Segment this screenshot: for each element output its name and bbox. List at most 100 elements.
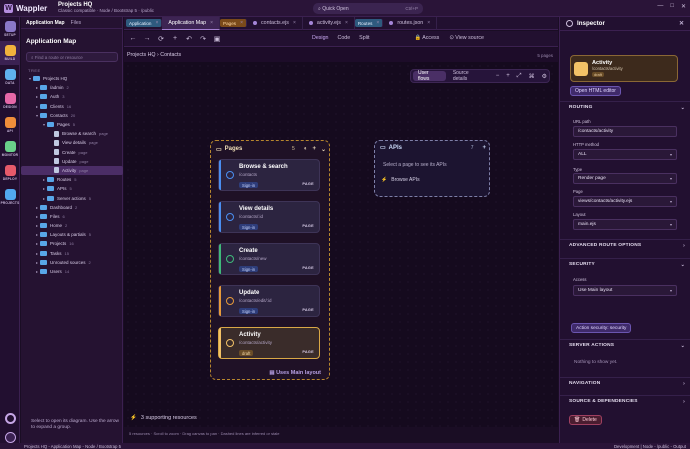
- mode-design[interactable]: Design: [312, 35, 329, 41]
- tab-application-map[interactable]: Application Map ×: [162, 16, 221, 30]
- tree-item[interactable]: ▸ Auth 3: [21, 92, 123, 101]
- project-switcher[interactable]: Projects HQ Classic compatible · Node / B…: [54, 2, 184, 14]
- minimize-button[interactable]: —: [657, 3, 663, 10]
- rail-item-api[interactable]: API: [0, 113, 20, 137]
- tree-item[interactable]: ▸ Layouts & partials 5: [21, 230, 123, 239]
- tree-item[interactable]: ▸ Unrouted sources 2: [21, 258, 123, 267]
- url-path-input[interactable]: /contacts/activity: [573, 126, 677, 137]
- rail-item-data[interactable]: DATA: [0, 65, 20, 89]
- access-select[interactable]: Use Main layout ▾: [573, 285, 677, 296]
- add-icon[interactable]: +: [482, 145, 486, 151]
- section-security[interactable]: SECURITY ⌄: [560, 258, 690, 270]
- gear-icon[interactable]: [4, 413, 16, 424]
- mode-split[interactable]: Split: [359, 35, 369, 41]
- layout-icon[interactable]: ⌘: [529, 73, 535, 80]
- tab-pages[interactable]: Pages ×: [220, 19, 247, 27]
- layout-select[interactable]: main.ejs ▾: [573, 219, 677, 230]
- supporting-resources[interactable]: ⚡ 3 supporting resources: [124, 412, 558, 424]
- chevron-down-icon[interactable]: ⌄: [321, 146, 326, 153]
- page-card[interactable]: Update/contacts/edit/:id Sign-in PAGE: [218, 285, 320, 317]
- rail-item-projects[interactable]: PROJECTS: [0, 185, 20, 209]
- mode-code[interactable]: Code: [338, 35, 351, 41]
- user-flows-button[interactable]: User flows: [413, 70, 446, 82]
- settings-icon[interactable]: ⚙: [542, 73, 547, 80]
- http-method-select[interactable]: ALL ▾: [573, 149, 677, 160]
- close-icon[interactable]: ×: [155, 20, 158, 26]
- tree-item[interactable]: ▸ Routes 5: [21, 175, 123, 184]
- close-icon[interactable]: ×: [210, 20, 213, 26]
- tree-item[interactable]: ▸ APIs 5: [21, 184, 123, 193]
- tree-item[interactable]: ▸ Tasks 15: [21, 249, 123, 258]
- tree-item[interactable]: ▾ Pages 5: [21, 120, 123, 129]
- page-card[interactable]: Create/contacts/new Sign-in PAGE: [218, 243, 320, 275]
- uses-layout-link[interactable]: ▤ Uses Main layout: [269, 370, 321, 376]
- rail-item-setup[interactable]: SETUP: [0, 17, 20, 41]
- tab-routes[interactable]: Routes ×: [354, 19, 384, 27]
- section-advanced-route-options[interactable]: ADVANCED ROUTE OPTIONS ›: [560, 239, 690, 251]
- page-card[interactable]: View details/contacts/:id Sign-in PAGE: [218, 201, 320, 233]
- delete-button[interactable]: 🗑 Delete: [569, 415, 602, 425]
- close-icon[interactable]: ×: [427, 20, 430, 26]
- diagram-canvas[interactable]: User flows Source details − + ⤢ ⌘ ⚙ ▭ Pa…: [124, 62, 558, 427]
- type-select[interactable]: Render page ▾: [573, 173, 677, 184]
- tree-item[interactable]: ▾ Projects HQ: [21, 74, 123, 83]
- browse-apis-button[interactable]: ⚡ Browse APIs: [381, 177, 420, 183]
- tree-item[interactable]: Browse & search page: [21, 129, 123, 138]
- pages-group[interactable]: ▭ Pages 5 ◐ + ⌄ Browse & search/contacts Si…: [210, 140, 330, 380]
- zoom-out-icon[interactable]: −: [496, 73, 500, 79]
- undo-icon[interactable]: ↶: [184, 35, 194, 43]
- maximize-button[interactable]: □: [670, 3, 674, 10]
- tree-item[interactable]: ▸ Dashboard 2: [21, 203, 123, 212]
- tab-application[interactable]: Application ×: [126, 19, 163, 27]
- shield-icon[interactable]: ◐: [304, 146, 308, 153]
- route-search-input[interactable]: ⌕ Find a route or resource: [26, 52, 118, 62]
- close-icon[interactable]: ✕: [679, 20, 684, 27]
- page-card[interactable]: Activity/contacts/activity draft PAGE: [218, 327, 320, 359]
- close-icon[interactable]: ×: [293, 20, 296, 26]
- tab-application-map[interactable]: Application Map: [26, 20, 65, 26]
- add-icon[interactable]: +: [312, 146, 316, 153]
- tab-files[interactable]: Files: [71, 20, 82, 26]
- fit-icon[interactable]: ⤢: [517, 73, 522, 80]
- open-html-editor-button[interactable]: Open HTML editor: [570, 86, 621, 96]
- access-button[interactable]: 🔒 Access: [414, 35, 439, 41]
- breadcrumb-path[interactable]: Projects HQ › Contacts: [127, 52, 181, 58]
- tree-item[interactable]: ▸/admin 2: [21, 83, 123, 92]
- quick-open-search[interactable]: ⌕ Quick Open Ctrl+P: [313, 3, 423, 14]
- tree-item[interactable]: Update page: [21, 157, 123, 166]
- save-icon[interactable]: ▣: [212, 35, 222, 43]
- close-button[interactable]: ✕: [681, 3, 686, 10]
- tab-contacts-ejs[interactable]: contacts.ejs ×: [247, 16, 303, 30]
- tab-activity-ejs[interactable]: activity.ejs ×: [303, 16, 355, 30]
- view-source-button[interactable]: ⊙ View source: [449, 35, 484, 41]
- rail-item-build[interactable]: BUILD: [0, 41, 20, 65]
- tree-item[interactable]: ▸ Projects 16: [21, 239, 123, 248]
- avatar[interactable]: [4, 432, 16, 443]
- tree-item[interactable]: View details page: [21, 138, 123, 147]
- close-icon[interactable]: ×: [376, 20, 379, 26]
- section-server-actions[interactable]: SERVER ACTIONS ⌄: [560, 339, 690, 351]
- tree-item[interactable]: Activity page: [21, 165, 123, 176]
- tree-item[interactable]: Create page: [21, 148, 123, 157]
- redo-icon[interactable]: ↷: [198, 35, 208, 43]
- close-icon[interactable]: ×: [240, 20, 243, 26]
- section-source-dependencies[interactable]: SOURCE & DEPENDENCIES ›: [560, 395, 690, 407]
- apis-group[interactable]: ▭ APIs 7 + Select a page to see its APIs…: [374, 140, 490, 197]
- tree-item[interactable]: ▸ Users 14: [21, 267, 123, 276]
- tree-item[interactable]: ▸ Home 2: [21, 221, 123, 230]
- add-icon[interactable]: +: [170, 35, 180, 42]
- rail-item-design[interactable]: DESIGN: [0, 89, 20, 113]
- tree-item[interactable]: ▸ Files 6: [21, 212, 123, 221]
- tab-routes-json[interactable]: routes.json ×: [383, 16, 438, 30]
- page-card[interactable]: Browse & search/contacts Sign-in PAGE: [218, 159, 320, 191]
- rail-item-deploy[interactable]: DEPLOY: [0, 161, 20, 185]
- zoom-in-icon[interactable]: +: [506, 73, 510, 79]
- section-navigation[interactable]: NAVIGATION ›: [560, 377, 690, 389]
- rail-item-monitor[interactable]: MONITOR: [0, 137, 20, 161]
- tree-item[interactable]: ▸ Server actions 5: [21, 193, 123, 202]
- page-select[interactable]: views/contacts/activity.ejs ▾: [573, 196, 677, 207]
- tree-item[interactable]: ▸ Clients 16: [21, 102, 123, 111]
- refresh-icon[interactable]: ⟳: [156, 35, 166, 43]
- tree-item[interactable]: ▾ Contacts 20: [21, 111, 123, 120]
- close-icon[interactable]: ×: [345, 20, 348, 26]
